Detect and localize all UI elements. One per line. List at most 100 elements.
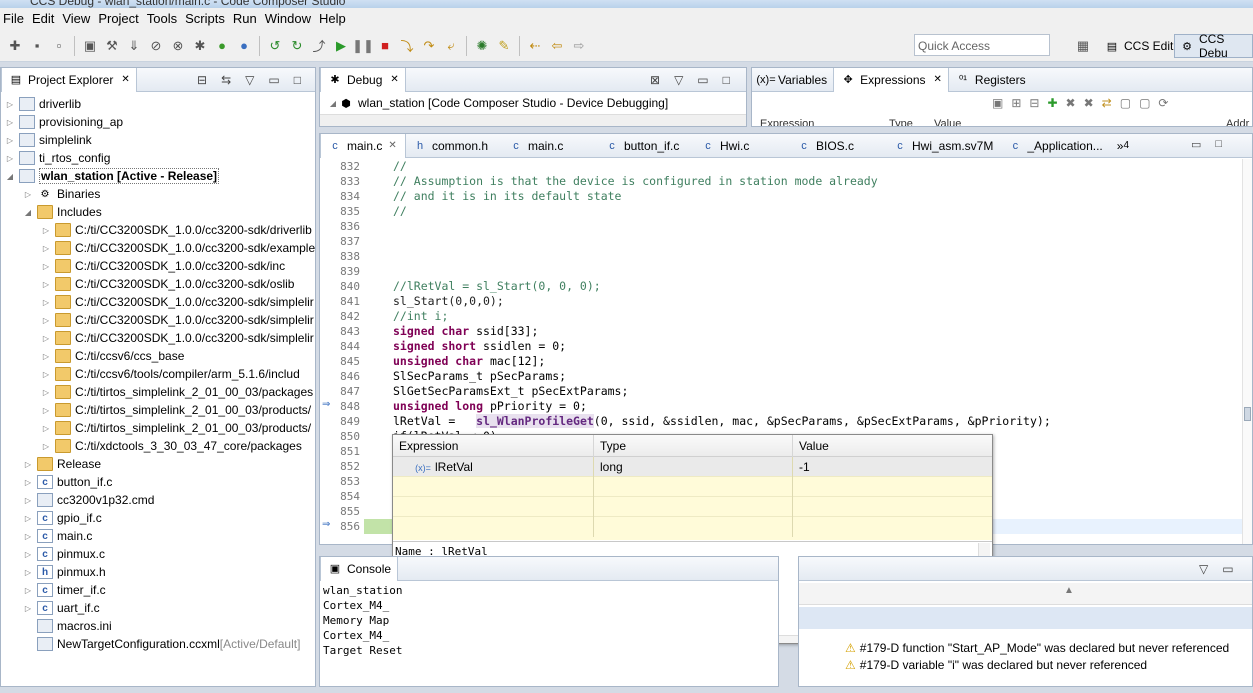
maximize-icon[interactable]: □ [1215,138,1222,151]
editor-tab[interactable]: c main.c ✕ [320,134,406,158]
collapsed-icon[interactable]: ▷ [41,298,51,307]
collapsed-icon[interactable]: ▷ [41,442,51,451]
code-line[interactable]: //lRetVal = sl_Start(0, 0, 0); [393,279,601,294]
menu-file[interactable]: File [0,8,29,30]
settings-icon[interactable]: ✺ [471,35,493,57]
perspective-ccs-debug[interactable]: ⚙ CCS Debu [1174,32,1253,60]
hover-row-lretval[interactable]: (x)= lRetVal long -1 [393,457,992,477]
terminate-icon[interactable]: ■ [374,35,396,57]
bug-icon[interactable]: ✱ [189,35,211,57]
forward-icon[interactable]: ⇨ [568,35,590,57]
collapsed-icon[interactable]: ▷ [23,550,33,559]
remove-breakpoint-icon[interactable]: ⊗ [167,35,189,57]
tree-item[interactable]: ▷ simplelink [5,131,92,149]
expand-twisty-icon[interactable]: ◢ [328,99,338,108]
tree-item[interactable]: ▷ cc3200v1p32.cmd [23,491,154,509]
collapsed-icon[interactable]: ▷ [41,352,51,361]
link-editor-icon[interactable]: ⇆ [221,73,231,87]
tree-item[interactable]: ▷ c main.c [23,527,92,545]
tree-item[interactable]: ▷ ti_rtos_config [5,149,110,167]
menu-project[interactable]: Project [95,8,143,30]
tree-item[interactable]: ▷ c button_if.c [23,473,112,491]
refresh-icon[interactable]: ⇄ [1102,96,1112,110]
menu-edit[interactable]: Edit [29,8,59,30]
last-edit-icon[interactable]: ⇠ [524,35,546,57]
menu-scripts[interactable]: Scripts [182,8,230,30]
tab-registers[interactable]: ⁰¹ Registers [949,68,1032,92]
maximize-icon[interactable]: □ [294,73,301,87]
collapsed-icon[interactable]: ▷ [5,154,15,163]
collapsed-icon[interactable]: ▷ [23,190,33,199]
tree-item[interactable]: ▷ C:/ti/CC3200SDK_1.0.0/cc3200-sdk/simple… [41,329,314,347]
debug-session-row[interactable]: ◢ ⬢ wlan_station [Code Composer Studio -… [328,94,668,112]
tree-item[interactable]: ▷ c uart_if.c [23,599,100,617]
close-icon[interactable]: ✕ [934,74,942,85]
problem-item[interactable]: ⚠ #179-D function "Start_AP_Mode" was dec… [845,641,1229,655]
editor-tab[interactable]: h common.h [406,134,502,158]
reconnect-icon[interactable]: ↻ [286,35,308,57]
expanded-icon[interactable]: ◢ [23,208,33,217]
collapsed-icon[interactable]: ▷ [5,118,15,127]
code-line[interactable]: sl_Start(0,0,0); [393,294,504,309]
tree-item[interactable]: ▷ C:/ti/ccsv6/tools/compiler/arm_5.1.6/in… [41,365,300,383]
editor-tab[interactable]: c main.c [502,134,598,158]
code-line[interactable]: // Assumption is that the device is conf… [393,174,878,189]
step-into-icon[interactable]: ⤵ [396,35,418,57]
tree-item[interactable]: ◢ wlan_station [Active - Release] [5,167,220,185]
debug-view-icon[interactable]: ▣ [79,35,101,57]
suspend-icon[interactable]: ❚❚ [352,35,374,57]
tree-item[interactable]: ▷ C:/ti/tirtos_simplelink_2_01_00_03/prod… [41,419,311,437]
menu-view[interactable]: View [59,8,95,30]
tree-item[interactable]: ▷ ⚙ Binaries [23,185,100,203]
vertical-scrollbar[interactable] [1242,159,1252,544]
tree-item[interactable]: ▷ C:/ti/xdctools_3_30_03_47_core/packages [41,437,302,455]
tree-item[interactable]: ▷ c pinmux.c [23,545,105,563]
tree-item[interactable]: ▷ C:/ti/CC3200SDK_1.0.0/cc3200-sdk/simple… [41,311,314,329]
collapse-icon[interactable]: ⊟ [1029,96,1039,110]
tree-item[interactable]: ◢ Includes [23,203,102,221]
code-line[interactable]: unsigned char mac[12]; [393,354,545,369]
close-icon[interactable]: ✕ [121,74,129,85]
tool-icon[interactable]: ✎ [493,35,515,57]
tab-project-explorer[interactable]: ▤ Project Explorer ✕ [1,68,137,92]
view-menu-icon[interactable]: ▽ [674,73,683,87]
collapsed-icon[interactable]: ▷ [41,244,51,253]
debug-run-icon[interactable]: ● [233,35,255,57]
tree-item[interactable]: ▷ C:/ti/tirtos_simplelink_2_01_00_03/prod… [41,401,311,419]
collapsed-icon[interactable]: ▷ [23,478,33,487]
collapsed-icon[interactable]: ▷ [5,136,15,145]
problem-item[interactable]: ⚠ #179-D variable "i" was declared but ne… [845,658,1147,672]
code-line[interactable]: // [393,159,407,174]
tree-item[interactable]: ▷ Release [23,455,101,473]
refresh-view-icon[interactable]: ⟳ [1158,96,1168,110]
expand-icon[interactable]: ⊞ [1011,96,1021,110]
collapsed-icon[interactable]: ▷ [41,406,51,415]
export-icon[interactable]: ▢ [1120,96,1131,110]
code-line[interactable]: SlSecParams_t pSecParams; [393,369,566,384]
collapsed-icon[interactable]: ▷ [41,280,51,289]
code-line[interactable]: unsigned long pPriority = 0; [393,399,587,414]
tree-item[interactable]: ▷ C:/ti/CC3200SDK_1.0.0/cc3200-sdk/exampl… [41,239,315,257]
collapsed-icon[interactable]: ▷ [23,604,33,613]
code-line[interactable]: SlGetSecParamsExt_t pSecExtParams; [393,384,628,399]
tree-item[interactable]: ▷ C:/ti/ccsv6/ccs_base [41,347,184,365]
collapsed-icon[interactable]: ▷ [23,586,33,595]
collapsed-icon[interactable]: ▷ [5,100,15,109]
back-icon[interactable]: ⇦ [546,35,568,57]
import-icon[interactable]: ▢ [1139,96,1150,110]
tree-item[interactable]: NewTargetConfiguration.ccxml [Active/Def… [23,635,300,653]
terminate-all-icon[interactable]: ⤴ [308,35,330,57]
save-icon[interactable]: ▪ [26,35,48,57]
connect-icon[interactable]: ↺ [264,35,286,57]
maximize-icon[interactable]: □ [723,73,730,87]
tree-item[interactable]: ▷ c timer_if.c [23,581,106,599]
step-return-icon[interactable]: ⤶ [440,35,462,57]
tree-item[interactable]: ▷ driverlib [5,95,81,113]
collapsed-icon[interactable]: ▷ [41,370,51,379]
collapsed-icon[interactable]: ▷ [41,226,51,235]
tree-item[interactable]: ▷ C:/ti/CC3200SDK_1.0.0/cc3200-sdk/oslib [41,275,294,293]
close-icon[interactable]: ✕ [388,140,396,151]
tree-item[interactable]: ▷ C:/ti/CC3200SDK_1.0.0/cc3200-sdk/inc [41,257,285,275]
menu-window[interactable]: Window [262,8,316,30]
tree-item[interactable]: ▷ C:/ti/CC3200SDK_1.0.0/cc3200-sdk/simple… [41,293,314,311]
